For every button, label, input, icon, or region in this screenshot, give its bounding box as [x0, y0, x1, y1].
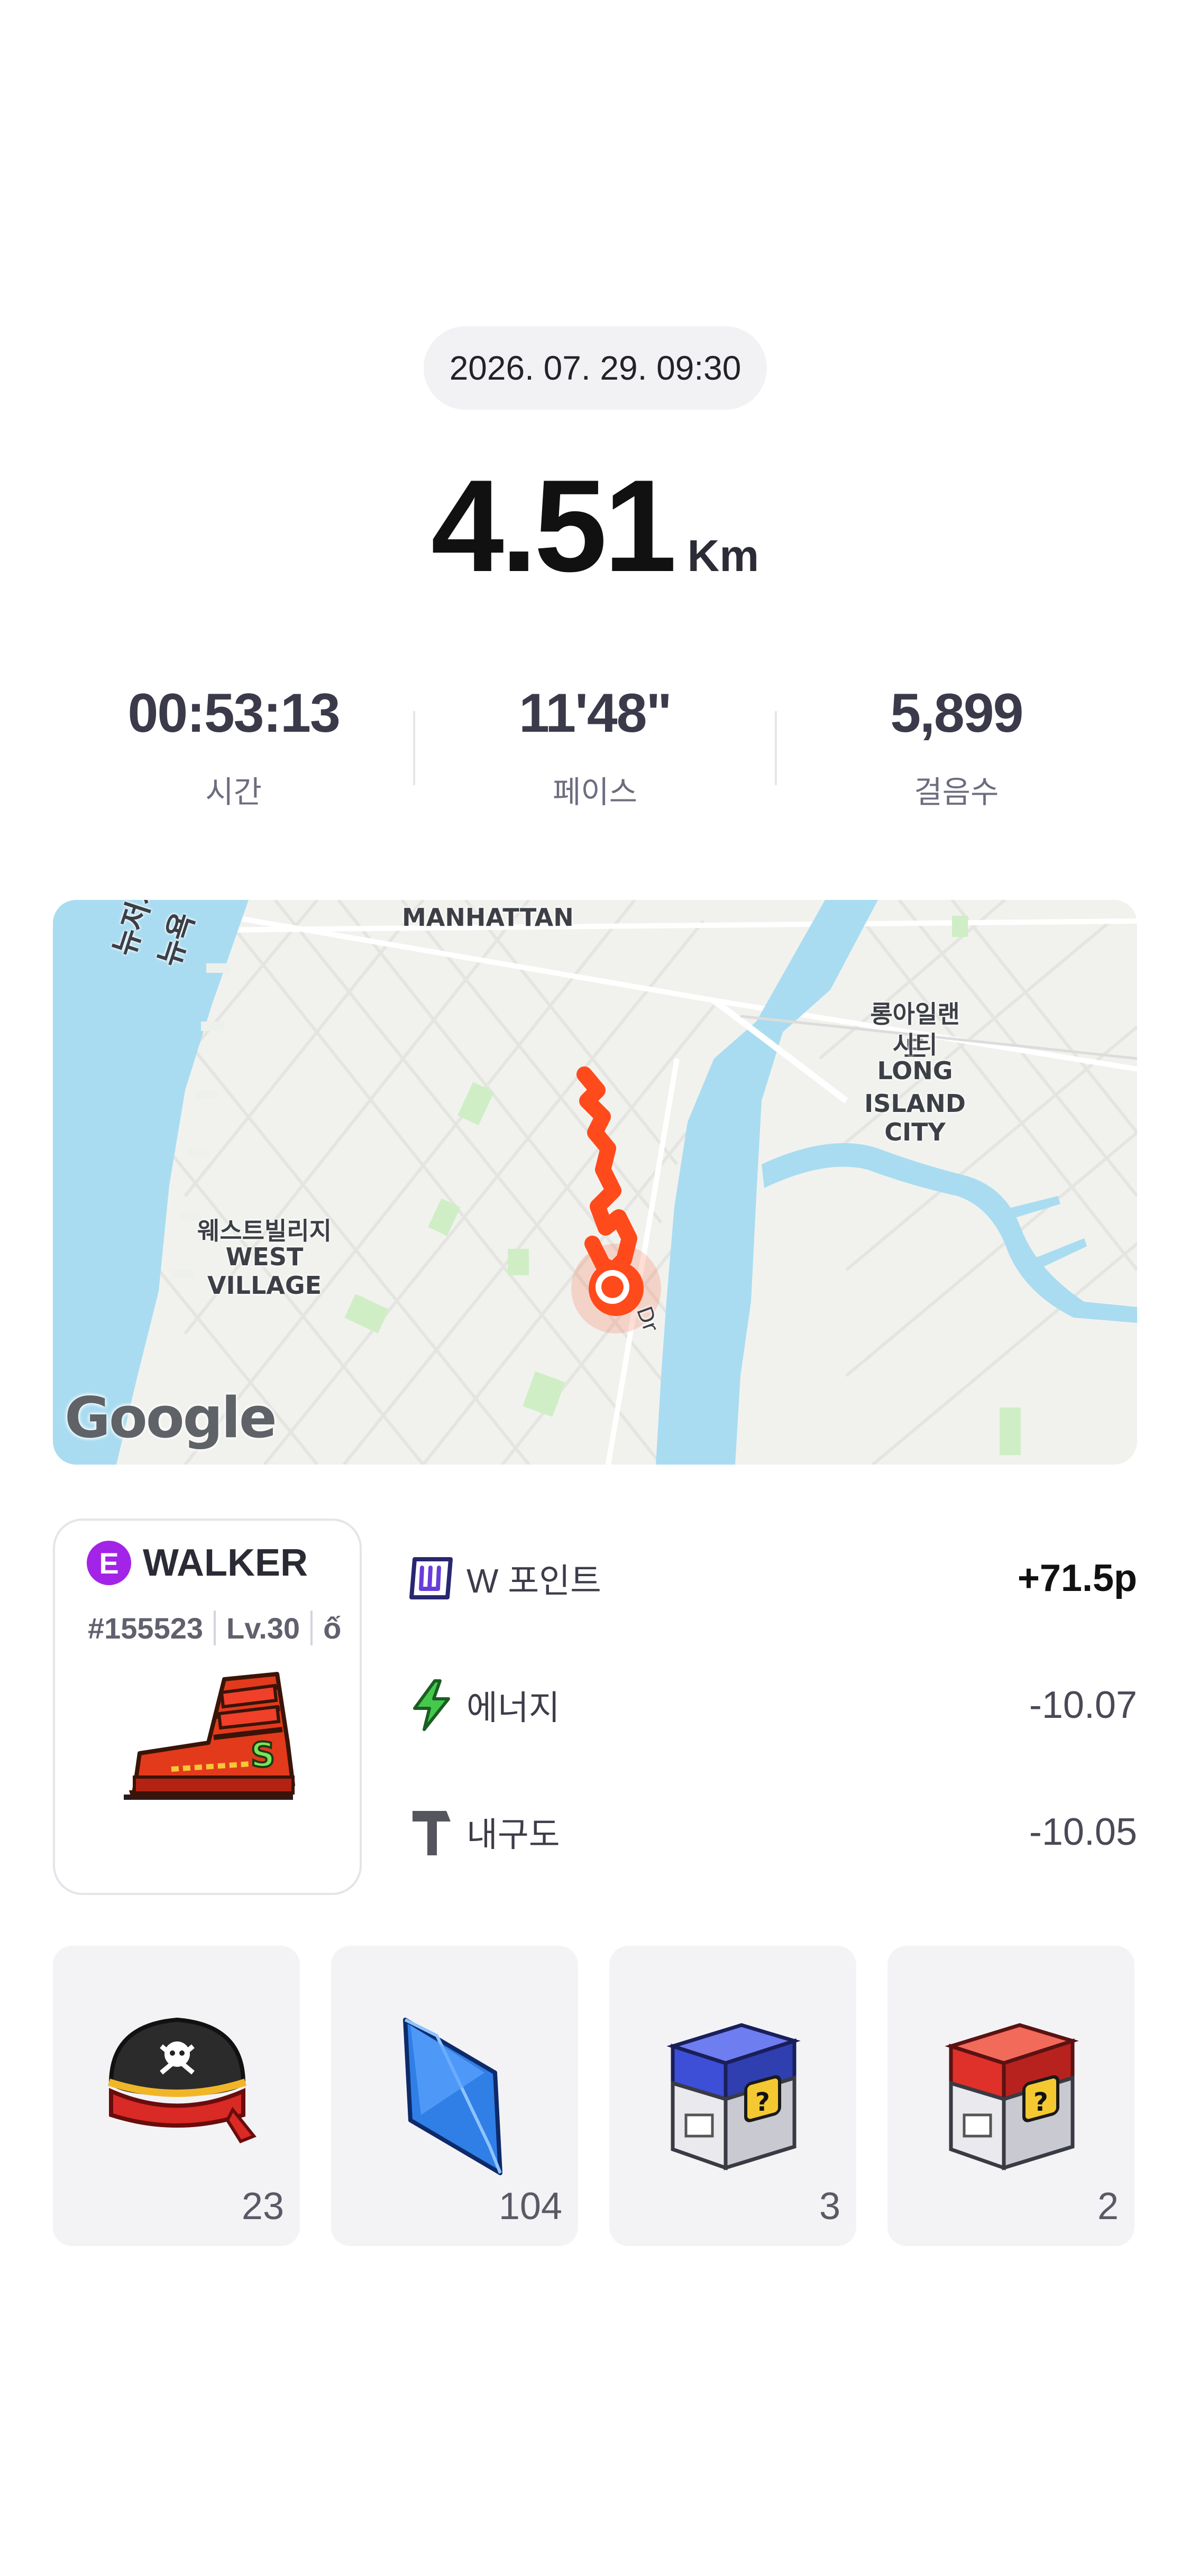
date-time-pill: 2026. 07. 29. 09:30	[424, 326, 767, 410]
item-count-pirate-hat: 23	[241, 2185, 284, 2228]
google-logo: Google	[65, 1385, 277, 1450]
item-tile-red-box[interactable]: ? 2	[887, 1946, 1134, 2246]
stat-steps: 5,899 걸음수	[776, 682, 1137, 820]
stat-time-label: 시간	[205, 775, 262, 809]
map-label-wv-en: WEST VILLAGE	[207, 1243, 322, 1300]
map-canvas	[53, 900, 1137, 1465]
nft-title: E WALKER	[87, 1541, 308, 1585]
stat-pace-label: 페이스	[552, 775, 638, 809]
nft-extra: ố	[323, 1611, 342, 1645]
nft-level: Lv.30	[226, 1611, 300, 1645]
item-count-blue-box: 3	[819, 2185, 840, 2228]
reward-value-durability: -10.05	[1029, 1811, 1137, 1853]
lightning-icon	[407, 1679, 456, 1732]
item-count-blue-gem: 104	[498, 2185, 562, 2228]
w-point-icon	[407, 1552, 456, 1605]
nft-meta: #155523 Lv.30 ố	[88, 1611, 341, 1645]
distance-unit: Km	[687, 531, 759, 581]
stat-time: 00:53:13 시간	[53, 682, 414, 820]
svg-text:S: S	[251, 1736, 275, 1775]
stat-divider	[413, 711, 415, 785]
map-label-lic-ko-2: 시티	[892, 1031, 938, 1059]
distance-value: 4.51	[431, 452, 677, 599]
svg-text:?: ?	[755, 2087, 770, 2117]
reward-row-energy: 에너지 -10.07	[407, 1673, 1137, 1737]
stat-pace: 11'48" 페이스	[414, 682, 775, 820]
reward-label-durability: 내구도	[466, 1816, 560, 1854]
reward-value-energy: -10.07	[1029, 1684, 1137, 1726]
route-map[interactable]: MANHATTAN 뉴저지 뉴욕 롱아일랜드 시티 LONG ISLAND CI…	[53, 900, 1137, 1465]
nft-id: #155523	[88, 1611, 204, 1645]
map-label-manhattan: MANHATTAN	[402, 903, 574, 932]
e-badge-icon: E	[87, 1541, 131, 1585]
reward-label-w-point: W 포인트	[466, 1562, 601, 1600]
reward-row-durability: 내구도 -10.05	[407, 1800, 1137, 1864]
shoe-icon: S	[124, 1672, 295, 1800]
map-label-wv-ko: 웨스트빌리지	[197, 1217, 332, 1245]
stat-divider	[775, 711, 777, 785]
stat-steps-value: 5,899	[890, 683, 1023, 744]
nft-card[interactable]: E WALKER #155523 Lv.30 ố S	[53, 1519, 362, 1895]
reward-row-w-point: W 포인트 +71.5p	[407, 1547, 1137, 1610]
stat-pace-value: 11'48"	[519, 683, 672, 744]
date-time-text: 2026. 07. 29. 09:30	[449, 349, 742, 387]
map-label-lic-en-1: LONG	[877, 1056, 953, 1085]
item-count-red-box: 2	[1097, 2185, 1119, 2228]
stats-row: 00:53:13 시간 11'48" 페이스 5,899 걸음수	[53, 682, 1137, 820]
svg-text:?: ?	[1033, 2087, 1048, 2117]
distance-display: 4.51 Km	[0, 460, 1190, 591]
nft-name: WALKER	[143, 1542, 308, 1584]
stat-time-value: 00:53:13	[127, 683, 341, 744]
map-label-lic-en-2: ISLAND CITY	[864, 1089, 966, 1146]
reward-value-w-point: +71.5p	[1017, 1557, 1137, 1599]
item-tile-blue-gem[interactable]: 104	[331, 1946, 578, 2246]
stat-steps-label: 걸음수	[914, 775, 999, 809]
reward-label-energy: 에너지	[466, 1689, 560, 1727]
item-tile-blue-box[interactable]: ? 3	[609, 1946, 856, 2246]
hammer-icon	[407, 1806, 456, 1859]
item-tile-pirate-hat[interactable]: 23	[53, 1946, 300, 2246]
